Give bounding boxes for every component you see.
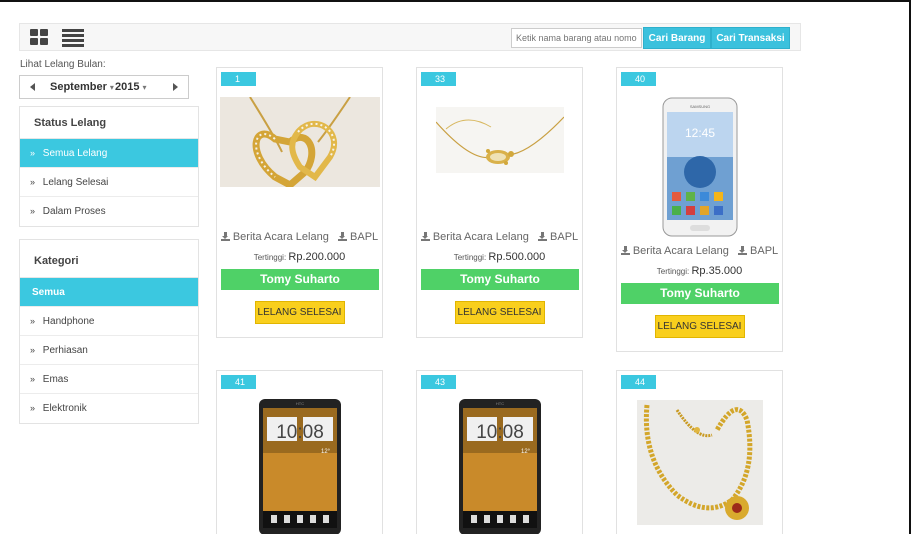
- auction-card[interactable]: 33 Berita Acara Lelang BAPL Tertinggi: R…: [416, 67, 583, 338]
- chevron-right-icon: »: [30, 374, 36, 384]
- svg-text:HTC: HTC: [495, 401, 503, 406]
- auction-card[interactable]: 43 HTC 10:08 12°: [416, 370, 583, 534]
- status-button[interactable]: LELANG SELESAI: [654, 315, 745, 338]
- bapl-link[interactable]: BAPL: [738, 245, 778, 257]
- year-select[interactable]: 2015 ▾: [115, 81, 147, 93]
- auction-number-badge: 40: [621, 72, 656, 86]
- card-links: Berita Acara Lelang BAPL: [617, 245, 782, 257]
- search-transaction-button[interactable]: Cari Transaksi: [711, 27, 790, 49]
- status-panel-title: Status Lelang: [20, 107, 198, 139]
- download-icon: [538, 232, 548, 241]
- chevron-down-icon: ▾: [109, 83, 114, 92]
- month-select[interactable]: September ▾: [50, 81, 114, 93]
- download-icon: [620, 246, 630, 255]
- winner-name: Tomy Suharto: [621, 283, 779, 304]
- download-icon: [738, 246, 748, 255]
- samsung-phone-image: SAMSUNG 12:45: [662, 97, 737, 237]
- category-item-all[interactable]: Semua: [20, 278, 198, 307]
- status-item-finished[interactable]: » Lelang Selesai: [20, 168, 198, 197]
- chevron-right-icon: »: [30, 206, 36, 216]
- svg-text:10:08: 10:08: [276, 422, 324, 443]
- svg-text:10:08: 10:08: [476, 422, 524, 443]
- htc-phone-image: HTC 10:08 12°: [458, 399, 541, 534]
- report-link[interactable]: Berita Acara Lelang: [420, 231, 529, 243]
- winner-name: Tomy Suharto: [221, 269, 379, 290]
- chevron-right-icon: »: [30, 148, 36, 158]
- category-item-gold[interactable]: » Emas: [20, 365, 198, 394]
- gold-turtle-necklace-image: [435, 107, 564, 173]
- category-item-jewelry[interactable]: » Perhiasan: [20, 336, 198, 365]
- month-selector: September ▾ 2015 ▾: [19, 75, 189, 99]
- highest-bid: Tertinggi: Rp.35.000: [656, 265, 743, 277]
- auction-card[interactable]: 1 Berita Acara Lelang BAPL Tertinggi: Rp…: [216, 67, 383, 338]
- auction-card[interactable]: 41 HTC 10:08 12°: [216, 370, 383, 534]
- grid-view-icon[interactable]: [30, 29, 49, 46]
- card-links: Berita Acara Lelang BAPL: [217, 231, 382, 243]
- svg-text:SAMSUNG: SAMSUNG: [689, 104, 709, 109]
- bapl-link[interactable]: BAPL: [538, 231, 578, 243]
- auction-number-badge: 43: [421, 375, 456, 389]
- card-links: Berita Acara Lelang BAPL: [417, 231, 582, 243]
- auction-card[interactable]: 44: [616, 370, 783, 534]
- status-button[interactable]: LELANG SELESAI: [254, 301, 345, 324]
- chevron-right-icon: »: [30, 316, 36, 326]
- status-panel: Status Lelang » Semua Lelang » Lelang Se…: [19, 106, 199, 227]
- htc-phone-image: HTC 10:08 12°: [258, 399, 341, 534]
- highest-bid: Tertinggi: Rp.500.000: [453, 251, 546, 263]
- download-icon: [220, 232, 230, 241]
- category-item-handphone[interactable]: » Handphone: [20, 307, 198, 336]
- svg-text:12:45: 12:45: [684, 126, 714, 140]
- gold-heart-necklace-image: [219, 97, 380, 187]
- chevron-right-icon: »: [30, 177, 36, 187]
- auction-number-badge: 1: [221, 72, 256, 86]
- search-input[interactable]: [511, 28, 642, 48]
- status-button[interactable]: LELANG SELESAI: [454, 301, 545, 324]
- next-month-icon[interactable]: [173, 83, 178, 91]
- svg-text:12°: 12°: [521, 449, 531, 455]
- status-item-all[interactable]: » Semua Lelang: [20, 139, 198, 168]
- download-icon: [420, 232, 430, 241]
- toolbar: Cari Barang Cari Transaksi: [19, 23, 801, 51]
- category-panel: Kategori Semua » Handphone » Perhiasan »…: [19, 239, 199, 424]
- auction-number-badge: 44: [621, 375, 656, 389]
- category-panel-title: Kategori: [20, 240, 198, 278]
- search-goods-button[interactable]: Cari Barang: [643, 27, 711, 49]
- chevron-right-icon: »: [30, 403, 36, 413]
- highest-bid: Tertinggi: Rp.200.000: [253, 251, 346, 263]
- svg-text:12°: 12°: [321, 449, 331, 455]
- prev-month-icon[interactable]: [30, 83, 35, 91]
- report-link[interactable]: Berita Acara Lelang: [620, 245, 729, 257]
- auction-number-badge: 33: [421, 72, 456, 86]
- auction-number-badge: 41: [221, 375, 256, 389]
- gold-chain-necklace-image: [636, 400, 763, 525]
- download-icon: [338, 232, 348, 241]
- list-view-icon[interactable]: [62, 29, 84, 47]
- status-item-in-progress[interactable]: » Dalam Proses: [20, 197, 198, 226]
- month-label: Lihat Lelang Bulan:: [20, 59, 106, 70]
- auction-card[interactable]: 40 SAMSUNG 12:45 Berita Acara Lelang BAP…: [616, 67, 783, 352]
- svg-text:HTC: HTC: [295, 401, 303, 406]
- category-item-electronics[interactable]: » Elektronik: [20, 394, 198, 423]
- report-link[interactable]: Berita Acara Lelang: [220, 231, 329, 243]
- winner-name: Tomy Suharto: [421, 269, 579, 290]
- chevron-down-icon: ▾: [142, 83, 147, 92]
- chevron-right-icon: »: [30, 345, 36, 355]
- bapl-link[interactable]: BAPL: [338, 231, 378, 243]
